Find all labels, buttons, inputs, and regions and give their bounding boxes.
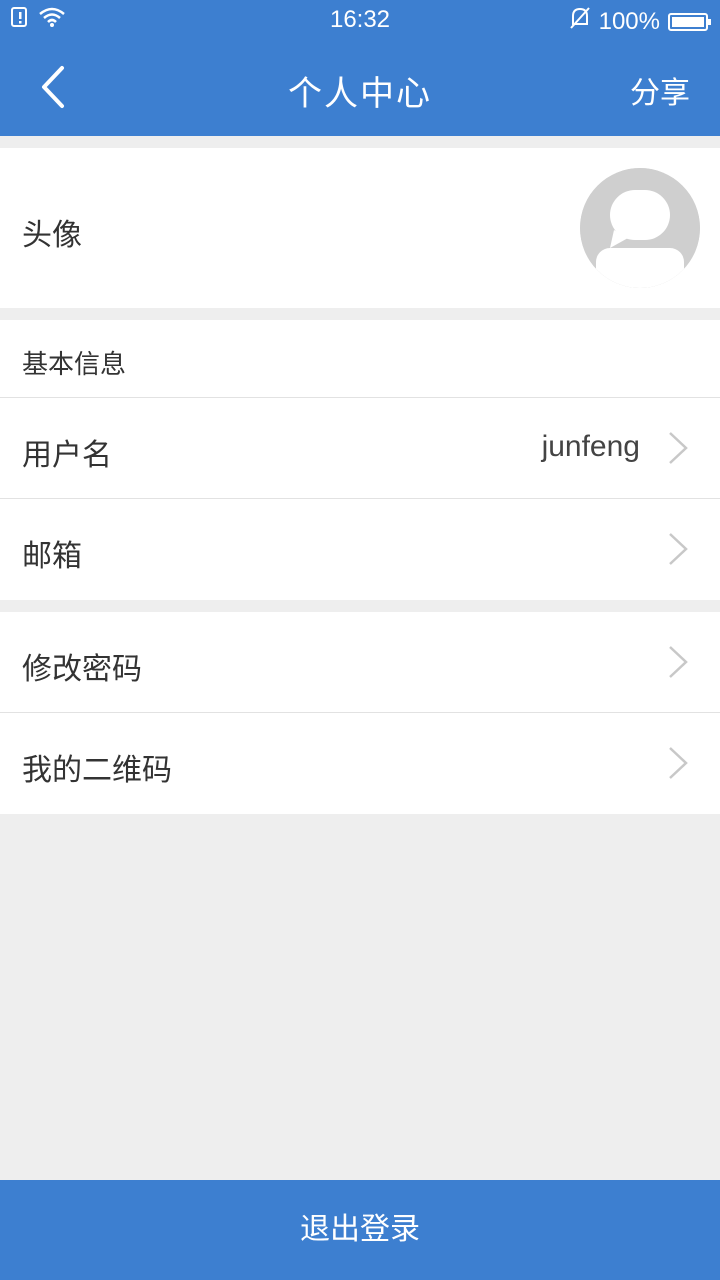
app-header: 个人中心 分享 (0, 38, 720, 136)
username-row[interactable]: 用户名 junfeng (0, 398, 720, 499)
chevron-right-icon (669, 533, 688, 565)
chevron-right-icon (669, 646, 688, 678)
chevron-right-icon (669, 432, 688, 464)
default-avatar-icon[interactable] (580, 168, 700, 288)
basic-info-header: 基本信息 (0, 320, 720, 398)
avatar-row[interactable]: 头像 (0, 148, 720, 308)
battery-percent: 100% (598, 7, 660, 35)
email-label: 邮箱 (22, 539, 82, 574)
share-button[interactable]: 分享 (630, 68, 690, 112)
email-row[interactable]: 邮箱 (0, 499, 720, 600)
bell-muted-icon (569, 6, 591, 37)
username-label: 用户名 (22, 438, 112, 473)
qr-code-row[interactable]: 我的二维码 (0, 713, 720, 814)
status-right-icons: 100% (569, 6, 711, 37)
logout-button[interactable]: 退出登录 (0, 1180, 720, 1280)
security-section: 修改密码 我的二维码 (0, 612, 720, 814)
basic-info-section: 基本信息 用户名 junfeng 邮箱 (0, 320, 720, 600)
status-bar: 16:32 100% (0, 0, 720, 38)
section-title: 基本信息 (22, 350, 127, 380)
avatar-label: 头像 (22, 218, 82, 253)
change-password-label: 修改密码 (22, 652, 142, 687)
qr-code-label: 我的二维码 (22, 753, 172, 788)
page-title: 个人中心 (288, 74, 432, 114)
chevron-right-icon (669, 747, 688, 779)
username-value: junfeng (541, 430, 640, 463)
change-password-row[interactable]: 修改密码 (0, 612, 720, 713)
battery-icon (668, 12, 711, 31)
